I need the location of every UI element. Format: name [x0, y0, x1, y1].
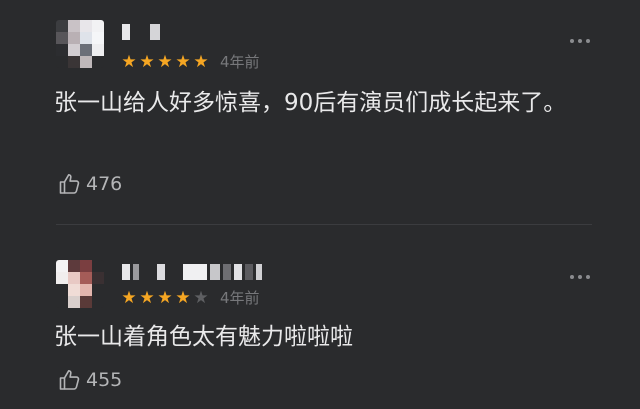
like-count: 455: [86, 369, 123, 391]
star-icon: ★: [193, 288, 209, 308]
username-redacted[interactable]: [122, 24, 160, 40]
comment-item: ★ ★ ★ ★ ★ 4年前 张一山着角色太有魅力啦啦啦 455: [0, 222, 640, 409]
star-icon: ★: [121, 288, 137, 308]
more-dots-icon[interactable]: [570, 39, 590, 43]
comment-text: 张一山着角色太有魅力啦啦啦: [54, 324, 353, 350]
rating-stars: ★ ★ ★ ★ ★: [120, 288, 210, 308]
comment-text: 张一山给人好多惊喜，90后有演员们成长起来了。: [54, 90, 567, 116]
comment-meta: ★ ★ ★ ★ ★ 4年前: [120, 288, 260, 308]
star-icon: ★: [193, 52, 209, 72]
thumbs-up-icon: [59, 174, 80, 194]
like-count: 476: [86, 173, 123, 195]
comment-item: ★ ★ ★ ★ ★ 4年前 张一山给人好多惊喜，90后有演员们成长起来了。 47…: [0, 0, 640, 222]
avatar[interactable]: [56, 260, 104, 308]
comment-time: 4年前: [220, 289, 260, 307]
comment-time: 4年前: [220, 53, 260, 71]
star-icon: ★: [157, 288, 173, 308]
star-icon: ★: [121, 52, 137, 72]
star-icon: ★: [175, 288, 191, 308]
star-icon: ★: [139, 288, 155, 308]
star-icon: ★: [157, 52, 173, 72]
comment-feed: ★ ★ ★ ★ ★ 4年前 张一山给人好多惊喜，90后有演员们成长起来了。 47…: [0, 0, 640, 409]
like-button[interactable]: 455: [58, 368, 122, 392]
thumbs-up-icon: [59, 370, 80, 390]
avatar[interactable]: [56, 20, 104, 68]
star-icon: ★: [139, 52, 155, 72]
more-dots-icon[interactable]: [570, 275, 590, 279]
star-icon: ★: [175, 52, 191, 72]
rating-stars: ★ ★ ★ ★ ★: [120, 52, 210, 72]
comment-meta: ★ ★ ★ ★ ★ 4年前: [120, 52, 260, 72]
username-redacted[interactable]: [122, 264, 262, 280]
like-button[interactable]: 476: [58, 172, 122, 196]
